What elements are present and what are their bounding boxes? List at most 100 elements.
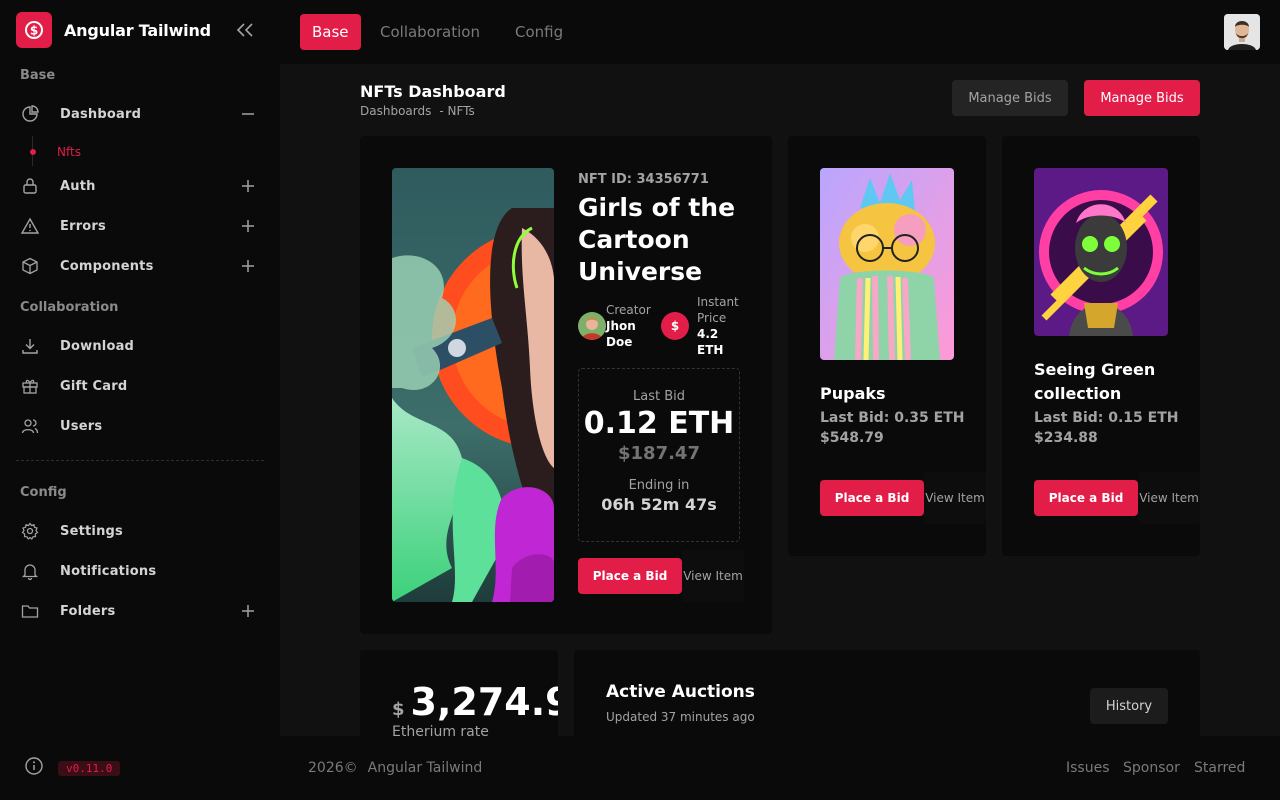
minus-icon[interactable] bbox=[240, 106, 256, 122]
collapse-sidebar-icon[interactable] bbox=[234, 20, 256, 40]
place-bid-button[interactable]: Place a Bid bbox=[1034, 480, 1138, 516]
nft-title: Girls of the Cartoon Universe bbox=[578, 193, 736, 286]
eth-rate-value: 3,274.94 bbox=[410, 680, 558, 724]
breadcrumb-item: - NFTs bbox=[439, 104, 475, 118]
instant-price: $ Instant Price 4.2 ETH bbox=[661, 294, 745, 358]
sidebar-item-auth[interactable]: Auth bbox=[20, 170, 264, 202]
sidebar-item-label: Auth bbox=[60, 178, 96, 194]
sidebar-item-components[interactable]: Components bbox=[20, 250, 264, 282]
sidebar-item-label: Download bbox=[60, 338, 135, 354]
price-text: Instant Price 4.2 ETH bbox=[697, 294, 745, 358]
footer-link-starred[interactable]: Starred bbox=[1194, 760, 1245, 776]
sidebar-item-errors[interactable]: Errors bbox=[20, 210, 264, 242]
view-item-button[interactable]: View Item bbox=[1138, 472, 1200, 524]
last-bid-label: Last Bid bbox=[633, 389, 685, 404]
plus-icon[interactable] bbox=[240, 178, 256, 194]
sidebar-subitem-nfts[interactable]: Nfts bbox=[28, 142, 81, 162]
sidebar-item-folders[interactable]: Folders bbox=[20, 595, 264, 627]
sidebar-item-notifications[interactable]: Notifications bbox=[20, 555, 264, 587]
last-bid-eth: 0.12 ETH bbox=[583, 406, 735, 441]
nft-card-title: Pupaks bbox=[820, 384, 886, 403]
sidebar-item-label: Dashboard bbox=[60, 106, 142, 122]
section-label-config: Config bbox=[20, 485, 67, 500]
ending-label: Ending in bbox=[628, 478, 690, 493]
footer-link-sponsor[interactable]: Sponsor bbox=[1123, 760, 1180, 776]
view-item-button[interactable]: View Item bbox=[682, 550, 744, 602]
nft-image-pupaks[interactable] bbox=[820, 168, 954, 360]
nft-image-seeing-green[interactable] bbox=[1034, 168, 1168, 336]
user-avatar[interactable] bbox=[1224, 14, 1260, 50]
section-label-collaboration: Collaboration bbox=[20, 300, 119, 315]
folder-icon bbox=[20, 601, 40, 621]
sidebar-item-label: Gift Card bbox=[60, 378, 128, 394]
brand[interactable]: $ Angular Tailwind bbox=[16, 12, 211, 48]
creator-info: Creator Jhon Doe bbox=[578, 302, 651, 350]
breadcrumb-item[interactable]: Dashboards bbox=[360, 104, 431, 118]
manage-bids-primary-button[interactable]: Manage Bids bbox=[1084, 80, 1200, 116]
nft-card-usd: $548.79 bbox=[820, 430, 884, 446]
nft-card-usd: $234.88 bbox=[1034, 430, 1098, 446]
auctions-title: Active Auctions bbox=[606, 682, 755, 702]
page-title: NFTs Dashboard bbox=[360, 82, 506, 101]
sidebar-subitem-label: Nfts bbox=[57, 145, 81, 159]
price-value: 4.2 ETH bbox=[697, 327, 724, 357]
lock-icon bbox=[20, 176, 40, 196]
plus-icon[interactable] bbox=[240, 218, 256, 234]
view-item-label: View Item bbox=[1139, 491, 1199, 505]
brand-logo-icon: $ bbox=[16, 12, 52, 48]
info-icon[interactable] bbox=[24, 756, 44, 780]
view-item-label: View Item bbox=[925, 491, 985, 505]
sidebar-item-settings[interactable]: Settings bbox=[20, 515, 264, 547]
brand-name: Angular Tailwind bbox=[64, 20, 211, 40]
nft-card-title: Seeing Green collection bbox=[1034, 360, 1156, 403]
plus-icon[interactable] bbox=[240, 603, 256, 619]
cube-icon bbox=[20, 256, 40, 276]
nft-card-pupaks: Pupaks Last Bid: 0.35 ETH $548.79 Place … bbox=[788, 136, 986, 556]
footer-copyright: 2026© Angular Tailwind bbox=[308, 760, 482, 776]
place-bid-button[interactable]: Place a Bid bbox=[820, 480, 924, 516]
creator-label: Creator bbox=[606, 303, 651, 317]
view-item-button[interactable]: View Item bbox=[924, 472, 986, 524]
users-icon bbox=[20, 416, 40, 436]
footer-year: 2026© bbox=[308, 760, 358, 776]
footer-brand-link[interactable]: Angular Tailwind bbox=[368, 760, 483, 776]
auctions-updated: Updated 37 minutes ago bbox=[606, 710, 755, 724]
bell-icon bbox=[20, 561, 40, 581]
creator-name[interactable]: Jhon Doe bbox=[606, 318, 646, 350]
ending-countdown: 06h 52m 47s bbox=[601, 495, 717, 514]
plus-icon[interactable] bbox=[240, 258, 256, 274]
nft-card-last-bid: Last Bid: 0.15 ETH bbox=[1034, 410, 1179, 426]
tab-config[interactable]: Config bbox=[503, 14, 575, 50]
currency-symbol: $ bbox=[392, 699, 405, 720]
price-label: Instant Price bbox=[697, 295, 739, 325]
breadcrumb: Dashboards - NFTs bbox=[360, 104, 475, 118]
version-badge: v0.11.0 bbox=[58, 760, 121, 776]
sidebar-item-label: Components bbox=[60, 258, 154, 274]
place-bid-button[interactable]: Place a Bid bbox=[578, 558, 682, 594]
sidebar-item-users[interactable]: Users bbox=[20, 410, 264, 442]
manage-bids-secondary-button[interactable]: Manage Bids bbox=[952, 80, 1068, 116]
sidebar: $ Angular Tailwind Base Dashboard Nfts A… bbox=[0, 0, 280, 800]
version-row: v0.11.0 bbox=[24, 756, 121, 780]
tab-collaboration[interactable]: Collaboration bbox=[368, 14, 492, 50]
gift-icon bbox=[20, 376, 40, 396]
creator-text: Creator Jhon Doe bbox=[606, 302, 651, 350]
main-content: NFTs Dashboard Dashboards - NFTs Manage … bbox=[280, 64, 1280, 736]
featured-nft-image[interactable] bbox=[392, 168, 554, 602]
warning-icon bbox=[20, 216, 40, 236]
sidebar-item-label: Users bbox=[60, 418, 103, 434]
creator-avatar[interactable] bbox=[578, 312, 606, 340]
sidebar-item-gift-card[interactable]: Gift Card bbox=[20, 370, 264, 402]
sidebar-item-dashboard[interactable]: Dashboard bbox=[20, 98, 264, 130]
featured-nft-card: NFT ID: 34356771 Girls of the Cartoon Un… bbox=[360, 136, 772, 634]
footer: 2026© Angular Tailwind Issues Sponsor St… bbox=[280, 736, 1280, 800]
footer-link-issues[interactable]: Issues bbox=[1066, 760, 1110, 776]
history-button[interactable]: History bbox=[1090, 688, 1168, 724]
nft-id: NFT ID: 34356771 bbox=[578, 172, 709, 187]
sidebar-item-label: Settings bbox=[60, 523, 123, 539]
gear-icon bbox=[20, 521, 40, 541]
tab-base[interactable]: Base bbox=[300, 14, 361, 50]
download-icon bbox=[20, 336, 40, 356]
section-label-base: Base bbox=[20, 68, 56, 83]
sidebar-item-download[interactable]: Download bbox=[20, 330, 264, 362]
